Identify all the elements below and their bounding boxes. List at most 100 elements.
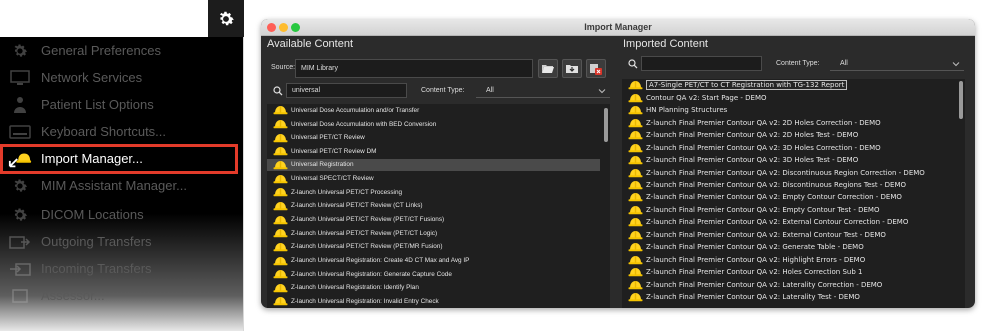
content-list-item[interactable]: Universal Dose Accumulation with BED Con… bbox=[267, 118, 600, 131]
gear-icon bbox=[8, 41, 32, 61]
hard-hat-icon bbox=[628, 193, 643, 202]
menu-item-label: Assessor... bbox=[41, 288, 105, 303]
menu-item-label: Incoming Transfers bbox=[41, 261, 152, 276]
hard-hat-icon bbox=[628, 243, 643, 252]
menu-item-mim-assistant-manager[interactable]: MIM Assistant Manager... bbox=[0, 172, 244, 199]
available-content-type-select[interactable]: All bbox=[476, 83, 610, 98]
content-item-label: Z-launch Final Premier Contour QA v2: Ho… bbox=[646, 268, 863, 277]
content-list-item[interactable]: Z-launch Universal PET/CT Review (PET/CT… bbox=[267, 227, 600, 240]
content-item-label: Z-launch Universal PET/CT Review (PET/MR… bbox=[291, 243, 443, 251]
content-list-item[interactable]: Z-launch Universal PET/CT Review (PET/MR… bbox=[267, 241, 600, 254]
folder-import-icon bbox=[566, 65, 578, 73]
content-item-label: Z-launch Universal PET/CT Review (CT Lin… bbox=[291, 202, 423, 210]
content-list-item[interactable]: Universal Dose Accumulation and/or Trans… bbox=[267, 104, 600, 117]
hard-hat-icon bbox=[273, 242, 288, 252]
content-item-label: Z-launch Final Premier Contour QA v2: Ex… bbox=[646, 230, 886, 239]
hard-hat-icon bbox=[628, 293, 643, 302]
content-item-label: Z-launch Final Premier Contour QA v2: 2D… bbox=[646, 118, 881, 127]
remove-source-button[interactable] bbox=[586, 59, 606, 78]
menu-item-incoming-transfers[interactable]: Incoming Transfers bbox=[0, 255, 244, 282]
hard-hat-icon bbox=[628, 280, 643, 289]
hard-hat-icon bbox=[628, 143, 643, 152]
content-list-item[interactable]: Z-launch Final Premier Contour QA v2: La… bbox=[622, 291, 955, 304]
available-scroll-thumb[interactable] bbox=[604, 108, 608, 142]
import-folder-button[interactable] bbox=[562, 59, 582, 78]
menu-item-outgoing-transfers[interactable]: Outgoing Transfers bbox=[0, 228, 244, 255]
content-list-item[interactable]: Z-launch Final Premier Contour QA v2: La… bbox=[622, 278, 955, 291]
hard-hat-icon bbox=[628, 180, 643, 190]
content-list-item[interactable]: Z-launch Universal PET/CT Review (PET/CT… bbox=[267, 213, 600, 226]
menu-item-keyboard-shortcuts[interactable]: Keyboard Shortcuts... bbox=[0, 118, 244, 145]
import-manager-highlight bbox=[0, 144, 238, 174]
content-item-label: Z-launch Final Premier Contour QA v2: 3D… bbox=[646, 156, 859, 165]
imported-content-heading: Imported Content bbox=[623, 38, 708, 50]
incoming-transfer-icon bbox=[8, 259, 32, 279]
hard-hat-icon bbox=[628, 205, 643, 215]
menu-item-dicom-locations[interactable]: DICOM Locations bbox=[0, 201, 244, 228]
content-list-item[interactable]: Z-launch Final Premier Contour QA v2: 2D… bbox=[622, 116, 955, 129]
content-item-label: HN Planning Structures bbox=[646, 106, 728, 115]
content-list-item[interactable]: Z-launch Final Premier Contour QA v2: Em… bbox=[622, 204, 955, 217]
content-item-label: Z-launch Universal PET/CT Processing bbox=[291, 188, 403, 196]
source-label: Source: bbox=[271, 64, 296, 71]
content-list-item[interactable]: Z-launch Final Premier Contour QA v2: 2D… bbox=[622, 129, 955, 142]
content-list-item[interactable]: Universal PET/CT Review DM bbox=[267, 145, 600, 158]
content-list-item[interactable]: Z-launch Final Premier Contour QA v2: Di… bbox=[622, 179, 955, 192]
source-field[interactable]: MIM Library bbox=[295, 59, 533, 78]
menu-item-label: Outgoing Transfers bbox=[41, 234, 152, 249]
assistant-gear-icon bbox=[8, 176, 32, 196]
preferences-menu-panel: General Preferences Network Services Patie… bbox=[0, 0, 244, 331]
content-list-item[interactable]: Z-launch Final Premier Contour QA v2: Ex… bbox=[622, 216, 955, 229]
hard-hat-icon bbox=[273, 147, 288, 156]
available-content-heading: Available Content bbox=[267, 38, 354, 50]
menu-item-general-preferences[interactable]: General Preferences bbox=[0, 37, 244, 64]
content-list-item[interactable]: Z-launch Final Premier Contour QA v2: 3D… bbox=[622, 141, 955, 154]
content-list-item[interactable]: Z-launch Final Premier Contour QA v2: Di… bbox=[622, 166, 955, 179]
content-list-item[interactable]: HN Planning Structures bbox=[622, 104, 955, 117]
content-list-item[interactable]: Z-launch Final Premier Contour QA v2: 3D… bbox=[622, 154, 955, 167]
content-list-item[interactable]: Z-launch Universal Registration: Create … bbox=[267, 254, 600, 267]
window-title: Import Manager bbox=[584, 22, 652, 32]
imported-content-type-select[interactable]: All bbox=[830, 56, 964, 71]
content-item-label: Z-launch Final Premier Contour QA v2: 3D… bbox=[646, 143, 881, 152]
content-list-item[interactable]: Z-launch Final Premier Contour QA v2: Ex… bbox=[622, 228, 955, 241]
menu-item-assessor[interactable]: Assessor... bbox=[0, 282, 244, 309]
content-list-item[interactable]: A7-Single PET/CT to CT Registration with… bbox=[622, 79, 955, 92]
content-list-item[interactable]: Contour QA v2: Start Page - DEMO bbox=[622, 91, 955, 104]
content-list-item[interactable]: Z-launch Universal Registration: Generat… bbox=[267, 268, 600, 281]
imported-scroll-thumb[interactable] bbox=[959, 81, 963, 119]
content-list-item[interactable]: Z-launch Final Premier Contour QA v2: Hi… bbox=[622, 253, 955, 266]
available-content-list[interactable]: Universal Dose Accumulation and/or Trans… bbox=[267, 104, 610, 308]
content-item-label: Z-launch Final Premier Contour QA v2: Di… bbox=[646, 180, 907, 189]
content-item-label: Z-launch Final Premier Contour QA v2: La… bbox=[646, 293, 860, 302]
content-list-item[interactable]: Z-launch Universal PET/CT Review (CT Lin… bbox=[267, 200, 600, 213]
content-item-label: Z-launch Final Premier Contour QA v2: Em… bbox=[646, 205, 880, 214]
imported-content-list[interactable]: A7-Single PET/CT to CT Registration with… bbox=[622, 79, 965, 308]
content-list-item[interactable]: Universal Registration bbox=[267, 158, 600, 172]
open-folder-button[interactable] bbox=[538, 59, 558, 78]
content-list-item[interactable]: Z-launch Final Premier Contour QA v2: Ge… bbox=[622, 241, 955, 254]
content-list-item[interactable]: Universal SPECT/CT Review bbox=[267, 172, 600, 185]
menu-item-label: MIM Assistant Manager... bbox=[41, 178, 187, 193]
settings-gear-button[interactable] bbox=[208, 0, 244, 37]
menu-item-patient-list-options[interactable]: Patient List Options bbox=[0, 91, 244, 118]
content-list-item[interactable]: Z-launch Final Premier Contour QA v2: Ho… bbox=[622, 266, 955, 279]
menu-item-label: Network Services bbox=[41, 70, 143, 85]
available-scrollbar[interactable] bbox=[603, 106, 609, 306]
content-item-label: Z-launch Final Premier Contour QA v2: 2D… bbox=[646, 131, 859, 140]
hard-hat-icon bbox=[273, 297, 288, 306]
menu-item-label: Patient List Options bbox=[41, 97, 154, 112]
content-list-item[interactable]: Z-launch Final Premier Contour QA v2: Em… bbox=[622, 191, 955, 204]
available-search-input[interactable]: universal bbox=[286, 83, 407, 98]
content-item-label: Z-launch Universal Registration: Generat… bbox=[291, 270, 452, 278]
imported-scrollbar[interactable] bbox=[958, 81, 964, 306]
content-item-label: A7-Single PET/CT to CT Registration with… bbox=[646, 80, 848, 91]
search-icon bbox=[628, 59, 638, 69]
content-list-item[interactable]: Z-launch Universal Registration: Identif… bbox=[267, 281, 600, 294]
menu-item-label: DICOM Locations bbox=[41, 207, 144, 222]
menu-item-network-services[interactable]: Network Services bbox=[0, 64, 244, 91]
content-list-item[interactable]: Z-launch Universal Registration: Invalid… bbox=[267, 295, 600, 308]
imported-search-input[interactable] bbox=[641, 56, 762, 71]
content-list-item[interactable]: Z-launch Universal PET/CT Processing bbox=[267, 186, 600, 199]
content-list-item[interactable]: Universal PET/CT Review bbox=[267, 131, 600, 144]
